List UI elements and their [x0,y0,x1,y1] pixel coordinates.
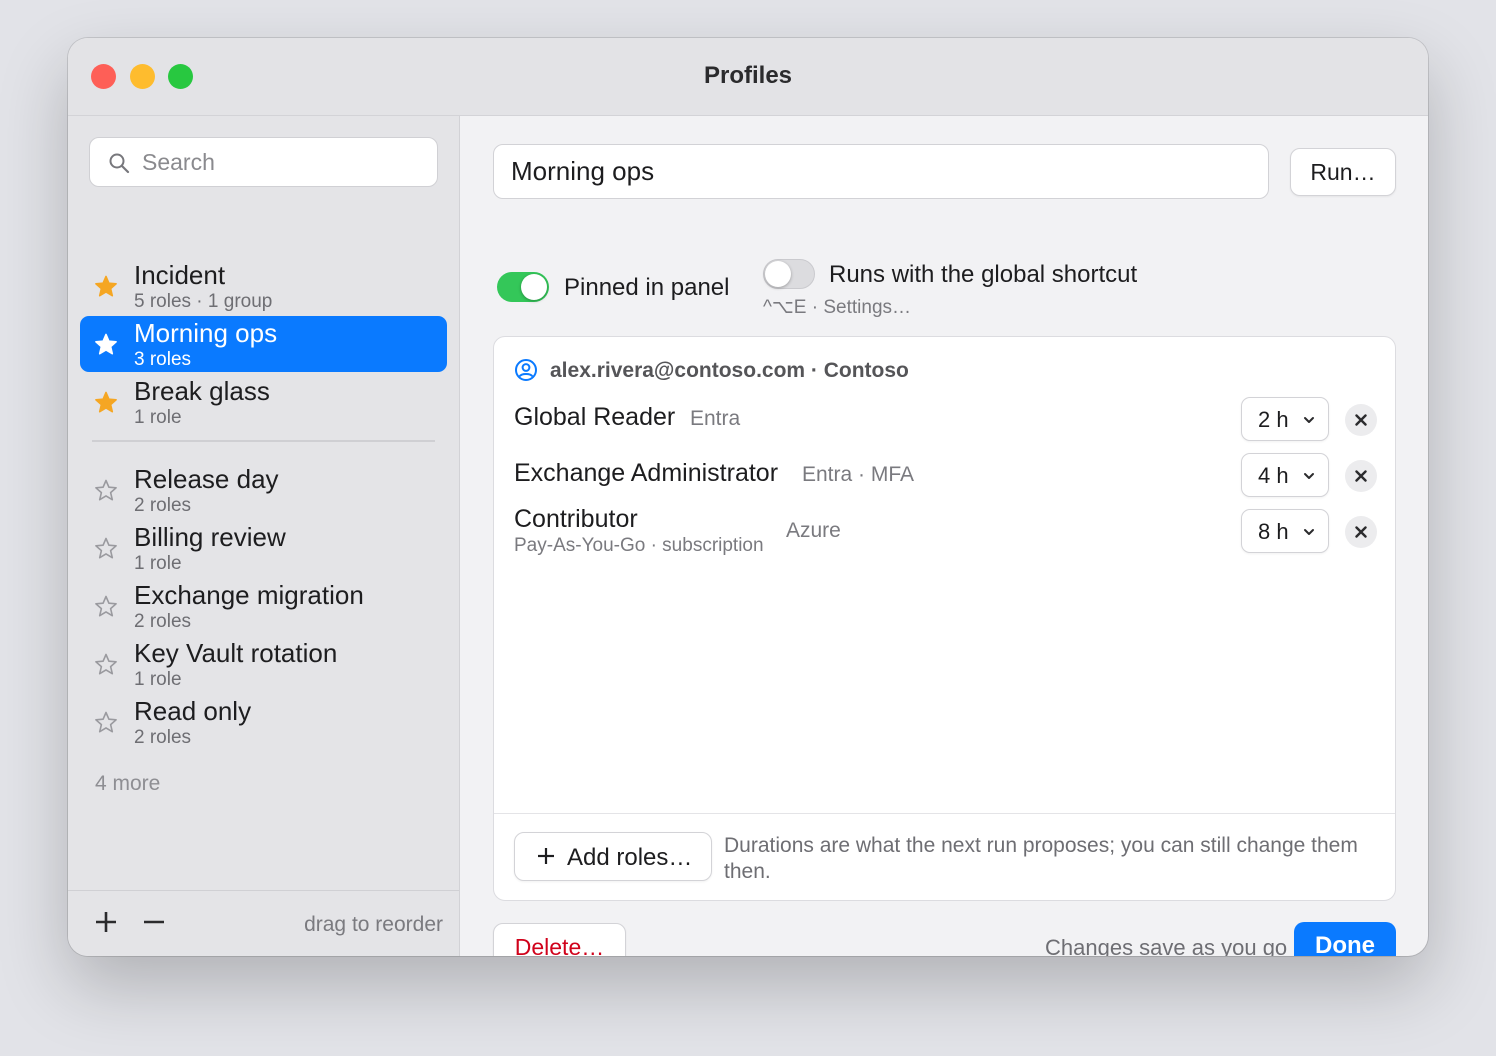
role-row: Global Reader Entra 2 h [514,397,1379,443]
window-title: Profiles [703,62,793,89]
profile-detail: 1 role [134,553,182,574]
duration-value: 8 h [1258,519,1289,544]
search-field[interactable] [89,137,438,187]
shortcut-label: Runs with the global shortcut [829,261,1138,288]
profile-item[interactable]: Release day 2 roles [80,462,447,518]
profile-name: Release day [134,464,279,494]
star-outline-icon[interactable] [93,652,119,678]
list-separator [92,440,435,442]
star-filled-icon[interactable] [93,274,119,300]
profile-item[interactable]: Break glass 1 role [80,374,447,430]
autosave-note: Changes save as you go [1045,935,1288,956]
profile-item[interactable]: Read only 2 roles [80,694,447,750]
chevron-down-icon [1304,417,1314,423]
duration-popup[interactable]: 8 h [1241,509,1329,553]
profile-item[interactable]: Exchange migration 2 roles [80,578,447,634]
shortcut-hint[interactable]: ^⌥E · Settings… [763,296,911,319]
profile-detail: 2 roles [134,495,192,516]
star-outline-icon[interactable] [93,478,119,504]
profile-detail: 3 roles [134,349,192,370]
role-name: Global Reader [514,403,676,431]
delete-button[interactable]: Delete… [493,923,626,956]
title-bar: Profiles [68,38,1428,116]
profile-detail: 2 roles [134,727,192,748]
sidebar: Incident5 roles · 1 groupMorning ops3 ro… [68,116,460,956]
star-outline-icon[interactable] [93,710,119,736]
star-filled-icon[interactable] [93,332,119,358]
role-name: Contributor [514,505,638,533]
role-source: Azure [786,519,841,542]
run-button[interactable]: Run… [1290,148,1396,196]
profile-item[interactable]: Key Vault rotation 1 role [80,636,447,692]
role-source: Entra · MFA [802,463,915,486]
profile-detail: 2 roles [134,611,192,632]
pinned-label: Pinned in panel [564,274,730,301]
person-circle-icon [515,359,537,381]
toggle-knob [765,261,791,287]
profile-name-field[interactable] [493,144,1269,199]
profiles-window: Profiles Incident5 roles · 1 groupMornin… [68,38,1428,956]
profile-name: Break glass [134,376,270,406]
star-outline-icon[interactable] [93,594,119,620]
role-name: Exchange Administrator [514,459,779,487]
role-scope: Pay-As-You-Go · subscription [514,535,764,556]
add-roles-label: Add roles… [567,844,693,871]
add-profile-button[interactable] [93,909,119,935]
roles-card: alex.rivera@contoso.com · Contoso Global… [493,336,1396,901]
roles-card-footer: Add roles… Durations are what the next r… [494,813,1395,900]
profile-detail: 1 role [134,407,182,428]
shortcut-toggle[interactable] [763,259,815,289]
star-filled-icon[interactable] [93,390,119,416]
pinned-toggle[interactable] [497,272,549,302]
profile-detail: 1 role [134,669,182,690]
durations-note: Durations are what the next run proposes… [724,834,1358,883]
search-input[interactable] [142,138,422,186]
chevron-down-icon [1304,473,1314,479]
profile-name: Read only [134,696,252,726]
profile-item[interactable]: Billing review 1 role [80,520,447,576]
role-row: Exchange Administrator Entra · MFA 4 h [514,453,1379,499]
profile-editor: Run… Pinned in panel Runs with the globa… [460,116,1428,956]
profile-name: Billing review [134,522,286,552]
remove-role-button[interactable] [1345,516,1377,548]
chevron-down-icon [1304,529,1314,535]
close-icon [1355,526,1367,538]
duration-value: 4 h [1258,463,1289,488]
duration-popup[interactable]: 4 h [1241,453,1329,497]
account-label: alex.rivera@contoso.com · Contoso [550,359,909,382]
close-icon [1355,470,1367,482]
close-icon [1355,414,1367,426]
profile-list: Incident 5 roles · 1 group Morning ops 3 ro… [80,258,447,752]
profile-detail: 5 roles · 1 group [134,291,273,312]
duration-value: 2 h [1258,407,1289,432]
profile-item[interactable]: Morning ops 3 roles [80,316,447,372]
remove-role-button[interactable] [1345,460,1377,492]
sidebar-footer: drag to reorder [68,890,459,956]
remove-profile-button[interactable] [141,909,167,935]
profile-item[interactable]: Incident 5 roles · 1 group [80,258,447,314]
drag-hint: drag to reorder [304,913,443,936]
more-profiles-link[interactable]: 4 more [95,772,160,796]
profile-name: Morning ops [134,318,278,348]
profile-name: Incident [134,260,226,290]
add-roles-button[interactable]: Add roles… [514,832,712,881]
star-outline-icon[interactable] [93,536,119,562]
role-row: Contributor Pay-As-You-Go · subscription… [514,505,1379,565]
plus-icon [538,848,554,864]
done-button[interactable]: Done [1294,922,1396,956]
toggle-knob [521,274,547,300]
profile-name: Key Vault rotation [134,638,338,668]
duration-popup[interactable]: 2 h [1241,397,1329,441]
profile-name: Exchange migration [134,580,364,610]
search-icon [109,153,130,174]
remove-role-button[interactable] [1345,404,1377,436]
role-source: Entra [690,407,741,430]
